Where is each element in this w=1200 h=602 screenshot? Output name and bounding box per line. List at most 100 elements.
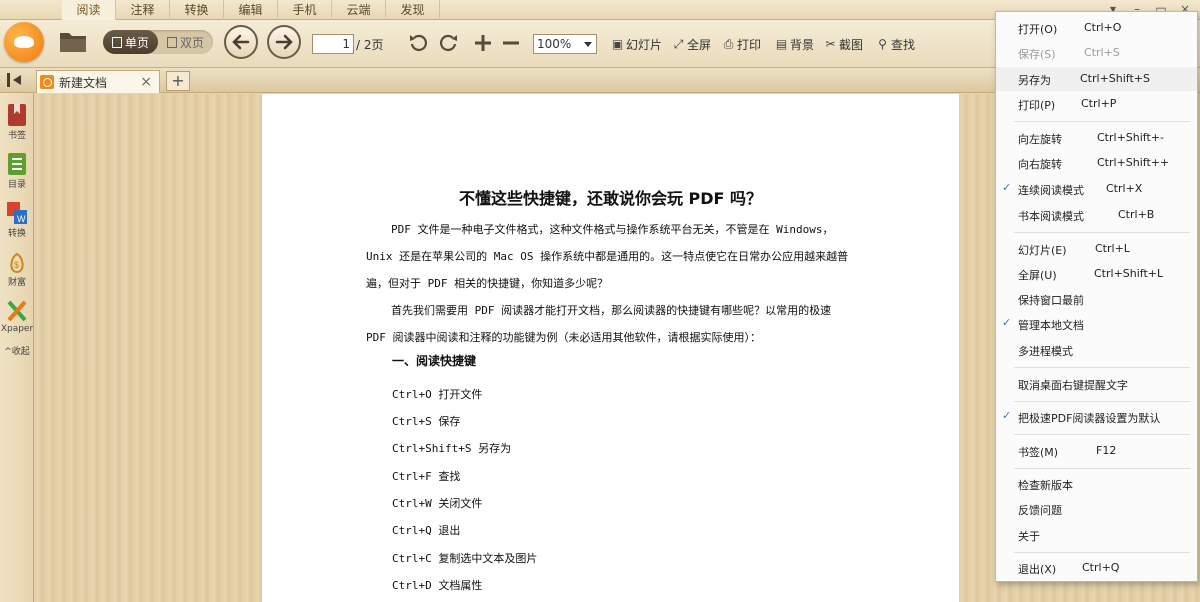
screenshot-button[interactable]: ✂ 截图 (824, 36, 863, 53)
menu-tab-convert[interactable]: 转换 (170, 0, 224, 20)
menu-item-open[interactable]: 打开(O) Ctrl+O (996, 16, 1197, 40)
zoom-out-icon[interactable] (500, 32, 522, 54)
menu-item-feedback[interactable]: 反馈问题 (996, 497, 1197, 521)
menu-item-set-default[interactable]: ✓ 把极速PDF阅读器设置为默认 (996, 405, 1197, 429)
menu-separator (1014, 121, 1190, 122)
menu-item-continuous-mode[interactable]: ✓ 连续阅读模式 Ctrl+X (996, 177, 1197, 201)
menu-tab-edit[interactable]: 编辑 (224, 0, 278, 20)
next-page-button[interactable] (267, 25, 301, 59)
menu-item-save[interactable]: 保存(S) Ctrl+S (996, 41, 1197, 65)
paragraph-1: PDF 文件是一种电子文件格式，这种文件格式与操作系统平台无关，不管是在 Win… (366, 223, 849, 290)
menu-item-exit[interactable]: 退出(X) Ctrl+Q (996, 556, 1197, 580)
menu-tab-read[interactable]: 阅读 (62, 0, 116, 20)
prev-page-button[interactable] (224, 25, 258, 59)
menu-item-multiprocess[interactable]: 多进程模式 (996, 338, 1197, 362)
add-tab-button[interactable]: + (166, 71, 190, 91)
rotate-left-icon[interactable] (408, 32, 430, 54)
menu-item-shortcut: Ctrl+B (1118, 208, 1155, 221)
menu-item-about[interactable]: 关于 (996, 523, 1197, 547)
sidebar-label: 财富 (7, 278, 26, 288)
slideshow-icon: ▣ (611, 37, 624, 51)
menu-item-check-update[interactable]: 检查新版本 (996, 472, 1197, 496)
document-tab[interactable]: 新建文档 × (36, 70, 160, 93)
menu-item-rotate-right[interactable]: 向右旋转 Ctrl+Shift++ (996, 151, 1197, 175)
menu-item-bookmark[interactable]: 书签(M) F12 (996, 439, 1197, 463)
menu-item-label: 向右旋转 (1018, 158, 1062, 171)
toc-icon (8, 153, 26, 175)
double-page-icon (166, 36, 177, 48)
sidebar-item-toc[interactable]: 目录 (0, 142, 34, 191)
menu-tab-discover[interactable]: 发现 (386, 0, 440, 20)
collapse-sidebar-icon[interactable] (7, 73, 23, 87)
menu-separator (1014, 367, 1190, 368)
print-button[interactable]: ⎙ 打印 (722, 36, 761, 53)
double-page-label: 双页 (179, 35, 204, 50)
bookmark-icon (8, 104, 26, 126)
find-button[interactable]: ⚲ 查找 (876, 36, 915, 53)
screenshot-label: 截图 (839, 38, 864, 52)
sidebar-label: 书签 (7, 131, 26, 141)
open-folder-icon[interactable] (58, 28, 88, 54)
menu-item-rotate-left[interactable]: 向左旋转 Ctrl+Shift+- (996, 126, 1197, 150)
slideshow-button[interactable]: ▣ 幻灯片 (611, 36, 662, 53)
menu-item-slideshow[interactable]: 幻灯片(E) Ctrl+L (996, 237, 1197, 261)
fullscreen-button[interactable]: ⤢ 全屏 (672, 36, 711, 53)
background-button[interactable]: ▤ 背景 (775, 36, 814, 53)
menu-separator (1014, 468, 1190, 469)
sidebar-label: 转换 (7, 229, 26, 239)
sidebar-item-xpaper[interactable]: Xpaper (0, 289, 34, 338)
menu-item-shortcut: Ctrl+S (1084, 46, 1120, 59)
menu-separator (1014, 434, 1190, 435)
checkmark-icon: ✓ (1002, 316, 1012, 329)
printer-icon: ⎙ (723, 37, 734, 51)
menu-separator (1014, 552, 1190, 553)
menu-tab-cloud[interactable]: 云端 (332, 0, 386, 20)
menu-item-label: 打开(O) (1018, 23, 1058, 36)
page-total: / 2页 (356, 38, 384, 52)
pdf-page: 不懂这些快捷键，还敢说你会玩 PDF 吗？ PDF 文件是一种电子文件格式，这种… (262, 94, 959, 602)
view-mode-toggle: 单页 双页 (103, 30, 213, 54)
menu-tab-annotate[interactable]: 注释 (116, 0, 170, 20)
app-logo-icon[interactable] (4, 22, 44, 62)
svg-text:W: W (17, 214, 26, 224)
menu-item-fullscreen[interactable]: 全屏(U) Ctrl+Shift+L (996, 262, 1197, 286)
menu-item-label: 反馈问题 (1018, 504, 1062, 517)
close-tab-icon[interactable]: × (140, 74, 152, 90)
menu-separator (1014, 232, 1190, 233)
sidebar-item-bookmark[interactable]: 书签 (0, 93, 34, 142)
menu-item-save-as[interactable]: 另存为 Ctrl+Shift+S (996, 67, 1197, 91)
rotate-right-icon[interactable] (437, 32, 459, 54)
double-page-button[interactable]: 双页 (158, 30, 213, 54)
menu-item-cancel-context-reminder[interactable]: 取消桌面右键提醒文字 (996, 372, 1197, 396)
menu-item-label: 管理本地文档 (1018, 319, 1084, 332)
paragraph-2: 首先我们需要用 PDF 阅读器才能打开文档，那么阅读器的快捷键有哪些呢？以常用的… (366, 304, 832, 344)
sidebar-label: 目录 (7, 180, 26, 190)
menu-item-label: 保存(S) (1018, 48, 1056, 61)
sidebar-collapse-button[interactable]: ^收起 (0, 344, 34, 357)
menu-item-print[interactable]: 打印(P) Ctrl+P (996, 92, 1197, 116)
single-page-icon (111, 36, 122, 48)
shortcut-line: Ctrl+Q 退出 (392, 524, 461, 537)
menu-tab-mobile[interactable]: 手机 (278, 0, 332, 20)
section-heading: 一、阅读快捷键 (392, 354, 477, 368)
sidebar-item-convert[interactable]: W 转换 (0, 191, 34, 240)
fullscreen-label: 全屏 (687, 38, 712, 52)
menu-item-label: 退出(X) (1018, 563, 1057, 576)
zoom-in-icon[interactable] (472, 32, 494, 54)
single-page-button[interactable]: 单页 (103, 30, 158, 54)
print-label: 打印 (737, 38, 762, 52)
menu-item-always-on-top[interactable]: 保持窗口最前 (996, 287, 1197, 311)
menu-separator (1014, 401, 1190, 402)
background-label: 背景 (790, 38, 815, 52)
menu-item-label: 连续阅读模式 (1018, 184, 1084, 197)
shortcut-line: Ctrl+W 关闭文件 (392, 497, 483, 510)
sidebar-item-wealth[interactable]: $ 财富 (0, 240, 34, 289)
arrow-right-icon (275, 34, 293, 50)
zoom-select[interactable]: 100% (533, 34, 597, 54)
menu-item-book-mode[interactable]: 书本阅读模式 Ctrl+B (996, 203, 1197, 227)
page-number-input[interactable]: 1 (312, 34, 354, 54)
sidebar-label: Xpaper (0, 324, 34, 334)
menu-item-manage-local-docs[interactable]: ✓ 管理本地文档 (996, 312, 1197, 336)
document-viewer[interactable]: 不懂这些快捷键，还敢说你会玩 PDF 吗？ PDF 文件是一种电子文件格式，这种… (35, 94, 960, 602)
sidebar-collapse-label: 收起 (11, 347, 30, 357)
